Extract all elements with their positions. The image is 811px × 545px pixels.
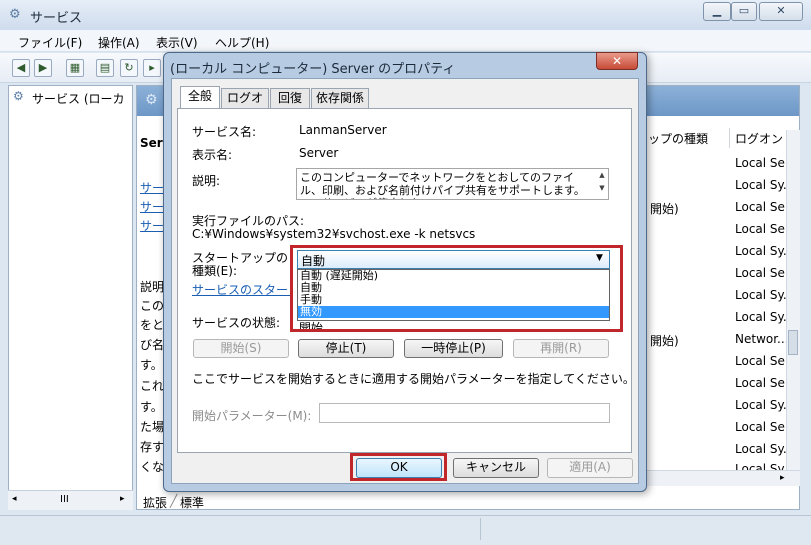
description-textbox[interactable]: このコンピューターでネットワークをとおしてのファイル、印刷、および名前付けパイプ… xyxy=(296,168,609,200)
column-divider xyxy=(729,128,730,148)
description-scroll-arrows-icon[interactable]: ▲ ▼ xyxy=(596,169,608,199)
display-name-value: Server xyxy=(299,146,339,160)
tab-general[interactable]: 全般 xyxy=(180,86,220,109)
menu-view[interactable]: 表示(V) xyxy=(156,34,198,51)
tree-item-services-local[interactable]: サービス (ローカ xyxy=(32,90,125,107)
service-status-value: 開始 xyxy=(299,321,324,329)
start-parameters-input[interactable] xyxy=(319,403,610,423)
back-arrow-icon[interactable]: ◀ xyxy=(12,59,30,77)
logon-cell: Local Se xyxy=(735,420,785,434)
console-tree xyxy=(8,85,133,510)
status-divider xyxy=(480,518,481,540)
status-bar xyxy=(0,515,811,545)
left-desc-line: 説明 xyxy=(140,280,165,294)
service-name-value: LanmanServer xyxy=(299,123,387,137)
forward-arrow-icon[interactable]: ▶ xyxy=(34,59,52,77)
tab-logon[interactable]: ログオン xyxy=(221,88,269,123)
scroll-left-icon[interactable]: ◂ xyxy=(12,494,17,504)
refresh-icon[interactable]: ↻ xyxy=(120,59,138,77)
left-desc-line: くな xyxy=(140,460,165,474)
menu-action[interactable]: 操作(A) xyxy=(98,34,140,51)
startup-cell: 開始) xyxy=(650,202,679,216)
scroll-thumb[interactable]: III xyxy=(60,494,69,505)
stop-button[interactable]: 停止(T) xyxy=(298,339,394,358)
apply-button[interactable]: 適用(A) xyxy=(547,458,633,478)
startup-cell: 開始) xyxy=(650,334,679,348)
left-link-2[interactable]: サー xyxy=(140,198,164,215)
logon-cell: Local Se xyxy=(735,266,785,280)
tab-extended[interactable]: 拡張 xyxy=(143,494,167,511)
main-window-title: サービス xyxy=(30,11,83,26)
column-header-startup-type[interactable]: ップの種類 xyxy=(648,130,708,147)
export-list-icon[interactable]: ▤ xyxy=(96,59,114,77)
properties-icon[interactable]: ▸ xyxy=(143,59,161,77)
left-desc-line: これ xyxy=(140,379,165,393)
column-header-logon[interactable]: ログオン xyxy=(735,130,783,147)
start-parameters-hint: ここでサービスを開始するときに適用する開始パラメーターを指定してください。 xyxy=(192,372,635,386)
logon-cell: Networ... xyxy=(735,332,789,346)
logon-cell: Local Se xyxy=(735,354,785,368)
minimize-button[interactable]: ▁ xyxy=(703,2,731,21)
left-desc-line: す。 xyxy=(140,400,163,414)
red-highlight-startup-type xyxy=(290,245,623,332)
banner-gear-icon: ⚙ xyxy=(145,92,158,108)
resume-button[interactable]: 再開(R) xyxy=(513,339,609,358)
gear-icon: ⚙ xyxy=(9,7,21,22)
tree-horizontal-scrollbar[interactable]: ◂ III ▸ xyxy=(8,490,133,510)
dialog-close-button[interactable]: ✕ xyxy=(596,52,638,70)
ok-button[interactable]: OK xyxy=(356,458,442,478)
left-link-1[interactable]: サー xyxy=(140,179,164,196)
maximize-button[interactable]: ▭ xyxy=(731,2,757,21)
list-scroll-thumb[interactable] xyxy=(788,330,798,355)
display-name-label: 表示名: xyxy=(192,148,233,162)
service-status-label: サービスの状態: xyxy=(192,316,281,330)
main-close-button[interactable]: ✕ xyxy=(759,2,803,21)
scroll-right-icon[interactable]: ▸ xyxy=(120,494,125,504)
logon-cell: Local Se xyxy=(735,200,785,214)
service-name-label: サービス名: xyxy=(192,125,257,139)
list-vertical-scrollbar[interactable] xyxy=(786,130,800,485)
main-title-bar: ⚙ サービス xyxy=(0,0,811,30)
tab-standard[interactable]: 標準 xyxy=(180,494,204,511)
console-tree-icon[interactable]: ▦ xyxy=(66,59,84,77)
dialog-title: (ローカル コンピューター) Server のプロパティ xyxy=(170,62,456,77)
tab-dependencies[interactable]: 依存関係 xyxy=(311,88,369,108)
left-desc-line: た場 xyxy=(140,420,165,434)
tab-divider: ╱ xyxy=(170,494,178,508)
start-parameters-label: 開始パラメーター(M): xyxy=(192,409,312,423)
left-desc-line: をと xyxy=(140,318,165,332)
pause-button[interactable]: 一時停止(P) xyxy=(404,339,503,358)
start-button[interactable]: 開始(S) xyxy=(193,339,289,358)
startup-type-label-line2: 種類(E): xyxy=(192,264,237,278)
menu-file[interactable]: ファイル(F) xyxy=(18,34,82,51)
left-desc-line: この xyxy=(140,299,165,313)
logon-cell: Local Se xyxy=(735,156,785,170)
pane-service-heading: Ser xyxy=(140,136,163,150)
tab-recovery[interactable]: 回復 xyxy=(270,88,310,108)
logon-cell: Local Se xyxy=(735,222,785,236)
startup-help-link[interactable]: サービスのスタートアップ xyxy=(192,281,292,298)
scroll-right-icon[interactable]: ▸ xyxy=(780,473,785,483)
menu-help[interactable]: ヘルプ(H) xyxy=(215,34,269,51)
path-value: C:¥Windows¥system32¥svchost.exe -k netsv… xyxy=(192,227,476,241)
description-label: 説明: xyxy=(192,174,221,188)
logon-cell: Local Se xyxy=(735,376,785,390)
left-desc-line: す。 xyxy=(140,358,163,372)
left-link-3[interactable]: サー xyxy=(140,217,164,234)
cancel-button[interactable]: キャンセル xyxy=(453,458,539,478)
left-desc-line: 存す xyxy=(140,440,165,454)
services-node-icon: ⚙ xyxy=(13,89,24,103)
left-desc-line: び名 xyxy=(140,338,165,352)
